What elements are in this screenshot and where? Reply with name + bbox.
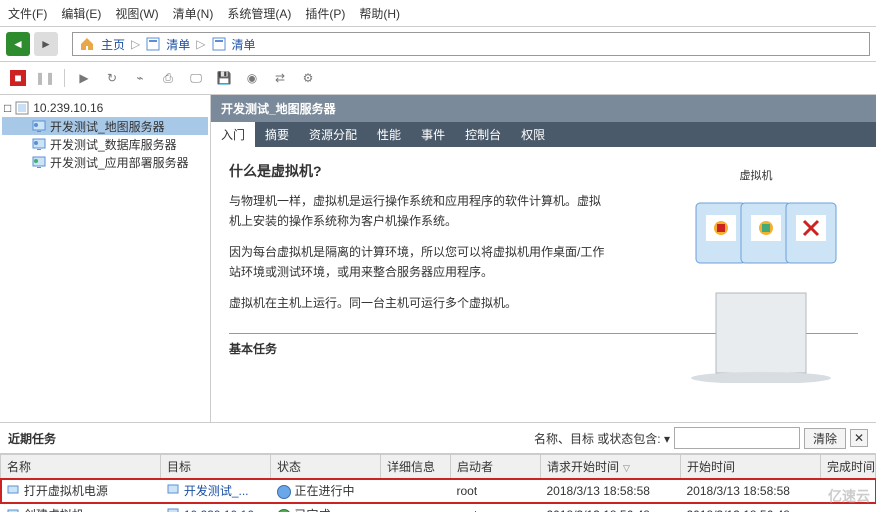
stop-icon[interactable]: ■ [10,70,26,86]
content-p2: 因为每台虚拟机是隔离的计算环境，所以您可以将虚拟机用作桌面/工作站环境或测试环境… [229,242,609,283]
tab-0[interactable]: 入门 [211,122,255,147]
table-row[interactable]: 打开虚拟机电源 开发测试_...正在进行中root2018/3/13 18:58… [1,479,876,503]
main-split: □ 10.239.10.16 开发测试_地图服务器开发测试_数据库服务器开发测试… [0,95,876,422]
chevron-icon: ▷ [131,37,140,51]
tree-vm-node[interactable]: 开发测试_地图服务器 [2,117,208,135]
settings-icon[interactable]: ⚙ [299,69,317,87]
detail-title: 开发测试_地图服务器 [211,95,876,122]
action-toolbar: ■ ❚❚ ▶ ↻ ⌁ ⎙ 🖵 💾 ◉ ⇄ ⚙ [0,62,876,95]
col-request-time[interactable]: 请求开始时间 [541,455,681,479]
play-icon[interactable]: ▶ [75,69,93,87]
tasks-table: 名称 目标 状态 详细信息 启动者 请求开始时间 开始时间 完成时间 打开虚拟机… [0,454,876,512]
tree-root[interactable]: □ 10.239.10.16 [2,99,208,117]
tab-strip: 入门摘要资源分配性能事件控制台权限 [211,122,876,147]
restart-icon[interactable]: ↻ [103,69,121,87]
table-header-row: 名称 目标 状态 详细信息 启动者 请求开始时间 开始时间 完成时间 [1,455,876,479]
tree-vm-node[interactable]: 开发测试_数据库服务器 [2,135,208,153]
task-icon [7,483,21,495]
breadcrumb-inventory1: 清单 [166,36,190,53]
tab-2[interactable]: 资源分配 [299,122,367,147]
inventory-icon [146,37,160,51]
host-icon [15,101,29,115]
breadcrumb-home: 主页 [101,36,125,53]
table-row[interactable]: 创建虚拟机 10.239.10.16已完成root2018/3/13 18:56… [1,503,876,512]
col-name[interactable]: 名称 [1,455,161,479]
inventory-icon [212,37,226,51]
vm-illus-label: 虚拟机 [656,167,856,183]
tasks-search: 名称、目标 或状态包含: ▾ 清除 ✕ [534,427,868,449]
detail-panel: 开发测试_地图服务器 入门摘要资源分配性能事件控制台权限 什么是虚拟机? 与物理… [211,95,876,422]
tree-node-label: 开发测试_地图服务器 [50,118,165,135]
breadcrumb-inventory2: 清单 [232,36,256,53]
content-p3: 虚拟机在主机上运行。同一台主机可运行多个虚拟机。 [229,293,609,313]
target-icon [167,507,181,512]
tree-node-label: 开发测试_数据库服务器 [50,136,177,153]
tab-content: 什么是虚拟机? 与物理机一样，虚拟机是运行操作系统和应用程序的软件计算机。虚拟机… [211,147,876,422]
network-icon[interactable]: ⇄ [271,69,289,87]
tree-root-label: 10.239.10.16 [33,101,103,115]
menu-inventory[interactable]: 清单(N) [173,5,214,22]
search-label: 名称、目标 或状态包含: ▾ [534,430,670,447]
tasks-header: 近期任务 名称、目标 或状态包含: ▾ 清除 ✕ [0,422,876,454]
col-finish-time[interactable]: 完成时间 [821,455,876,479]
menu-plugin[interactable]: 插件(P) [305,5,345,22]
tasks-title: 近期任务 [8,430,56,447]
vm-illustration: 虚拟机 [656,167,856,387]
breadcrumb[interactable]: 主页 ▷ 清单 ▷ 清单 [72,32,870,56]
collapse-icon[interactable]: □ [4,101,11,115]
content-p1: 与物理机一样，虚拟机是运行操作系统和应用程序的软件计算机。虚拟机上安装的操作系统… [229,191,609,232]
monitor-icon[interactable]: 🖵 [187,69,205,87]
tree-vm-node[interactable]: 开发测试_应用部署服务器 [2,153,208,171]
cd-icon[interactable]: ◉ [243,69,261,87]
menu-bar: 文件(F) 编辑(E) 视图(W) 清单(N) 系统管理(A) 插件(P) 帮助… [0,0,876,27]
tab-3[interactable]: 性能 [367,122,411,147]
home-icon [79,36,95,52]
col-start-time[interactable]: 开始时间 [681,455,821,479]
vm-icon [32,155,46,169]
vm-icon [32,137,46,151]
separator [64,69,65,87]
menu-edit[interactable]: 编辑(E) [61,5,101,22]
menu-file[interactable]: 文件(F) [8,5,47,22]
menu-view[interactable]: 视图(W) [115,5,158,22]
tree-node-label: 开发测试_应用部署服务器 [50,154,189,171]
nav-toolbar: ◄ ► 主页 ▷ 清单 ▷ 清单 [0,27,876,62]
close-tasks-button[interactable]: ✕ [850,429,868,447]
tab-4[interactable]: 事件 [411,122,455,147]
col-initiator[interactable]: 启动者 [451,455,541,479]
col-target[interactable]: 目标 [161,455,271,479]
clear-button[interactable]: 清除 [804,428,846,449]
target-icon [167,483,181,495]
pause-icon[interactable]: ❚❚ [36,69,54,87]
tab-5[interactable]: 控制台 [455,122,511,147]
menu-help[interactable]: 帮助(H) [359,5,400,22]
search-input[interactable] [674,427,800,449]
snapshot-manager-icon[interactable]: ⎙ [159,69,177,87]
nav-tree[interactable]: □ 10.239.10.16 开发测试_地图服务器开发测试_数据库服务器开发测试… [0,95,211,422]
disk-icon[interactable]: 💾 [215,69,233,87]
tab-1[interactable]: 摘要 [255,122,299,147]
forward-button[interactable]: ► [34,32,58,56]
tab-6[interactable]: 权限 [511,122,555,147]
back-button[interactable]: ◄ [6,32,30,56]
col-status[interactable]: 状态 [271,455,381,479]
vm-icon [32,119,46,133]
menu-admin[interactable]: 系统管理(A) [227,5,291,22]
chevron-icon: ▷ [196,37,205,51]
col-detail[interactable]: 详细信息 [381,455,451,479]
task-icon [7,507,21,512]
snapshot-icon[interactable]: ⌁ [131,69,149,87]
